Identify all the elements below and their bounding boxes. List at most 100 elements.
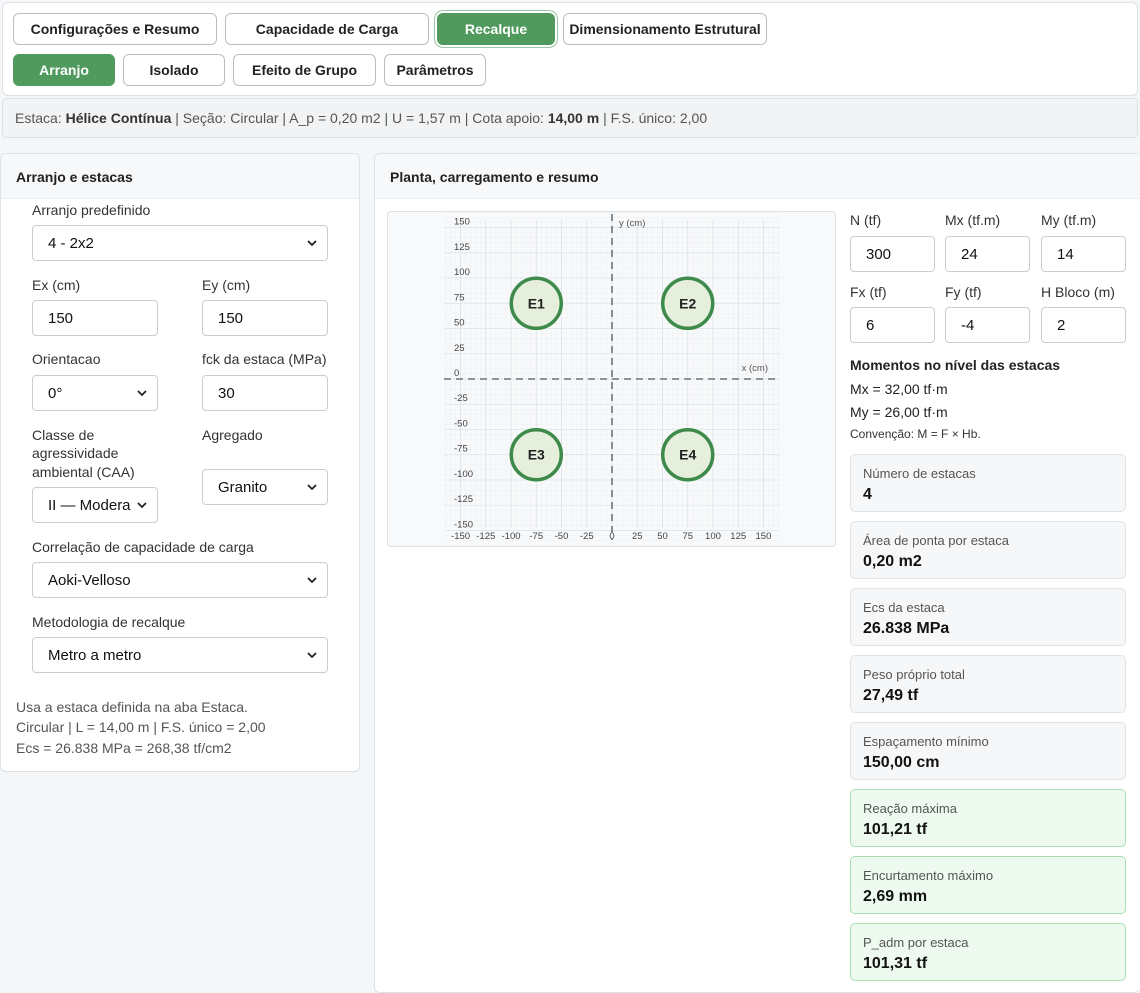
mx-label: Mx (tf.m): [945, 212, 1001, 228]
card-title: Peso próprio total: [863, 667, 965, 682]
y-tick-label: 150: [454, 217, 470, 228]
x-tick-label: 75: [682, 531, 693, 542]
planta-panel-title: Planta, carregamento e resumo: [375, 154, 1140, 199]
n-label: N (tf): [850, 212, 882, 228]
y-tick-label: -100: [454, 469, 473, 480]
fx-label: Fx (tf): [850, 284, 887, 300]
metodologia-select[interactable]: Metro a metro: [32, 637, 328, 673]
chevron-down-icon: [307, 240, 317, 247]
pile-layout-svg: -150 -125 -100 -75 -50 -25 0 25 50 75 100 125 150150…: [444, 212, 780, 546]
card-value: 101,21 tf: [863, 821, 928, 838]
orientacao-label: Orientacao: [32, 351, 101, 367]
x-tick-label: 50: [657, 531, 668, 542]
arranjo-label: Arranjo predefinido: [32, 202, 151, 218]
x-tick-label: -50: [555, 531, 569, 542]
arranjo-select-value: 4 - 2x2: [48, 234, 94, 252]
card-value: 150,00 cm: [863, 754, 940, 771]
pile-label: E1: [528, 295, 545, 311]
agregado-label: Agregado: [202, 427, 263, 443]
card-ecs: Ecs da estaca 26.838 MPa: [850, 588, 1126, 646]
card-reacao-maxima: Reação máxima 101,21 tf: [850, 789, 1126, 847]
pile-label: E2: [679, 295, 696, 311]
orientacao-select[interactable]: 0°: [32, 375, 158, 411]
y-tick-label: -50: [454, 418, 468, 429]
arranjo-panel: Arranjo e estacas Arranjo predefinido 4 …: [0, 153, 360, 772]
y-tick-label: -150: [454, 519, 473, 530]
fs-info: | F.S. único: 2,00: [603, 110, 708, 126]
fy-label: Fy (tf): [945, 284, 982, 300]
card-value: 27,49 tf: [863, 687, 919, 704]
x-tick-label: -150: [451, 531, 470, 542]
x-tick-label: -75: [529, 531, 543, 542]
fck-input[interactable]: 30: [202, 375, 328, 411]
ey-label: Ey (cm): [202, 277, 251, 293]
x-tick-label: 100: [705, 531, 721, 542]
y-tick-label: -125: [454, 494, 473, 505]
chevron-down-icon: [307, 484, 317, 491]
tab-dimensionamento-estrutural[interactable]: Dimensionamento Estrutural: [563, 13, 767, 45]
h-bloco-label: H Bloco (m): [1041, 284, 1115, 300]
pile-e1: E1: [509, 276, 564, 331]
card-value: 101,31 tf: [863, 955, 928, 972]
agregado-select-value: Granito: [218, 478, 268, 496]
ex-label: Ex (cm): [32, 277, 81, 293]
top-navigation: Configurações e Resumo Capacidade de Car…: [2, 2, 1138, 96]
tab-configuracoes-resumo[interactable]: Configurações e Resumo: [13, 13, 217, 45]
h-bloco-input[interactable]: 2: [1041, 307, 1126, 343]
subtab-parametros[interactable]: Parâmetros: [384, 54, 486, 86]
card-title: Encurtamento máximo: [863, 868, 994, 883]
pile-label: E3: [528, 447, 545, 463]
y-tick-label: 50: [454, 318, 465, 329]
ey-input[interactable]: 150: [202, 300, 328, 336]
caa-select[interactable]: II — Modera: [32, 487, 158, 523]
mx-input[interactable]: 24: [945, 236, 1030, 272]
my-label: My (tf.m): [1041, 212, 1097, 228]
my-input[interactable]: 14: [1041, 236, 1126, 272]
x-tick-label: 25: [632, 531, 643, 542]
correlacao-select-value: Aoki-Velloso: [48, 571, 131, 589]
agregado-select[interactable]: Granito: [202, 469, 328, 505]
ex-input[interactable]: 150: [32, 300, 158, 336]
cota-apoio: 14,00 m: [547, 110, 600, 126]
n-input[interactable]: 300: [850, 236, 935, 272]
fy-input[interactable]: -4: [945, 307, 1030, 343]
fck-label: fck da estaca (MPa): [202, 351, 327, 367]
x-tick-label: 150: [756, 531, 772, 542]
pile-label: E4: [679, 447, 696, 463]
y-tick-label: 125: [454, 242, 470, 253]
x-tick-label: -25: [580, 531, 594, 542]
secao-info: | Seção: Circular | A_p = 0,20 m2 | U = …: [175, 110, 544, 126]
caa-label-line3: ambiental (CAA): [32, 464, 135, 480]
chevron-down-icon: [307, 577, 317, 584]
tab-recalque[interactable]: Recalque: [437, 13, 555, 45]
pile-e3: E3: [509, 427, 564, 482]
estaca-label: Estaca:: [15, 110, 62, 126]
y-tick-label: 75: [454, 292, 465, 303]
subtab-efeito-grupo[interactable]: Efeito de Grupo: [233, 54, 376, 86]
card-numero-estacas: Número de estacas 4: [850, 454, 1126, 512]
y-tick-label: -75: [454, 444, 468, 455]
fx-input[interactable]: 6: [850, 307, 935, 343]
correlacao-select[interactable]: Aoki-Velloso: [32, 562, 328, 598]
subtab-arranjo[interactable]: Arranjo: [13, 54, 115, 86]
x-tick-label: -100: [502, 531, 521, 542]
chevron-down-icon: [137, 390, 147, 397]
y-tick-label: 100: [454, 267, 470, 278]
correlacao-label: Correlação de capacidade de carga: [32, 539, 254, 555]
caa-label-line1: Classe de: [32, 427, 95, 443]
momento-my: My = 26,00 tf·m: [850, 404, 948, 420]
card-encurtamento-maximo: Encurtamento máximo 2,69 mm: [850, 856, 1126, 914]
y-axis-label: y (cm): [619, 218, 645, 229]
card-title: Área de ponta por estaca: [863, 533, 1009, 548]
chevron-down-icon: [307, 652, 317, 659]
arranjo-select[interactable]: 4 - 2x2: [32, 225, 328, 261]
metodologia-select-value: Metro a metro: [48, 646, 142, 664]
orientacao-select-value: 0°: [48, 384, 63, 402]
tab-capacidade-carga[interactable]: Capacidade de Carga: [225, 13, 429, 45]
x-tick-label: -125: [476, 531, 495, 542]
momentos-title: Momentos no nível das estacas: [850, 357, 1061, 373]
subtab-isolado[interactable]: Isolado: [123, 54, 225, 86]
caa-label-line2: agressividade: [32, 445, 119, 461]
note-line-1: Usa a estaca definida na aba Estaca.: [16, 699, 248, 715]
card-title: Espaçamento mínimo: [863, 734, 989, 749]
